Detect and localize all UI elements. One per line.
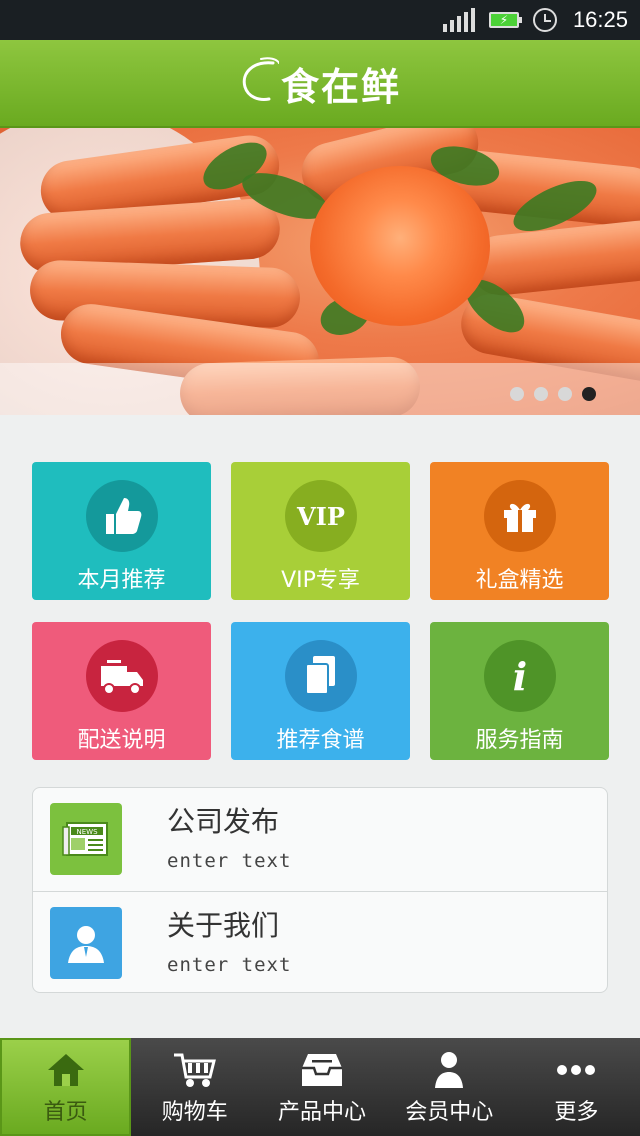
tab-label: 更多 <box>554 1100 599 1125</box>
tab-item[interactable]: 首页 <box>0 1038 132 1136</box>
home-icon <box>46 1048 86 1092</box>
more-icon <box>556 1048 596 1092</box>
app-logo[interactable]: 食在鲜 <box>239 53 401 113</box>
svg-text:NEWS: NEWS <box>76 828 98 836</box>
category-tile[interactable]: 配送说明 <box>32 622 211 760</box>
category-tile-label: 配送说明 <box>77 728 166 753</box>
category-tile[interactable]: 推荐食谱 <box>231 622 410 760</box>
carousel-dot[interactable] <box>582 387 596 401</box>
battery-icon: ⚡ <box>488 12 522 28</box>
category-tile[interactable]: i 服务指南 <box>430 622 609 760</box>
tab-label: 产品中心 <box>278 1100 367 1125</box>
tab-item[interactable]: 更多 <box>513 1038 640 1136</box>
banner-carousel[interactable] <box>0 128 640 415</box>
info-item-subtitle: enter text <box>167 954 292 976</box>
news-icon: NEWS <box>50 803 122 875</box>
alarm-icon <box>532 8 557 32</box>
category-tile[interactable]: 本月推荐 <box>32 462 211 600</box>
carousel-indicators[interactable] <box>510 387 596 401</box>
documents-icon <box>285 640 357 712</box>
logo-swirl-icon <box>242 57 279 101</box>
signal-icon <box>442 8 475 32</box>
carousel-dot[interactable] <box>510 387 524 401</box>
tab-item[interactable]: 会员中心 <box>386 1038 513 1136</box>
member-icon <box>433 1048 465 1092</box>
info-item-title: 关于我们 <box>167 909 280 942</box>
shopping-cart-icon <box>172 1048 218 1092</box>
category-tile-label: VIP专享 <box>281 568 360 593</box>
info-list-item[interactable]: NEWS 公司发布 enter text <box>33 788 607 890</box>
tab-item[interactable]: 购物车 <box>131 1038 258 1136</box>
delivery-truck-icon <box>86 640 158 712</box>
category-tile-label: 服务指南 <box>475 728 564 753</box>
category-tile[interactable]: 礼盒精选 <box>430 462 609 600</box>
info-item-title: 公司发布 <box>167 805 280 838</box>
app-header: 食在鲜 <box>0 40 640 128</box>
tab-label: 会员中心 <box>405 1100 494 1125</box>
carousel-dot[interactable] <box>558 387 572 401</box>
gift-box-icon <box>484 480 556 552</box>
status-time: 16:25 <box>572 7 628 32</box>
tab-item[interactable]: 产品中心 <box>258 1038 385 1136</box>
category-tile[interactable]: VIP VIP专享 <box>231 462 410 600</box>
info-list: NEWS 公司发布 enter text 关于我们 enter text <box>32 787 608 993</box>
bottom-tab-bar: 首页 购物车 产品中心 会员中心 更多 <box>0 1038 640 1136</box>
info-item-subtitle: enter text <box>167 850 292 872</box>
info-list-item[interactable]: 关于我们 enter text <box>33 891 607 993</box>
tab-label: 购物车 <box>161 1100 228 1125</box>
category-tile-label: 本月推荐 <box>77 568 166 593</box>
status-bar: ⚡ 16:25 <box>0 0 640 40</box>
carrot-rose <box>310 166 490 326</box>
carousel-dot[interactable] <box>534 387 548 401</box>
logo-text: 食在鲜 <box>280 64 401 109</box>
person-icon <box>50 907 122 979</box>
inbox-icon <box>300 1048 344 1092</box>
category-tile-label: 礼盒精选 <box>475 568 564 593</box>
tab-label: 首页 <box>43 1100 88 1125</box>
thumbs-up-icon <box>86 480 158 552</box>
vip-icon: VIP <box>285 480 357 552</box>
info-icon: i <box>484 640 556 712</box>
category-tile-label: 推荐食谱 <box>276 728 365 753</box>
